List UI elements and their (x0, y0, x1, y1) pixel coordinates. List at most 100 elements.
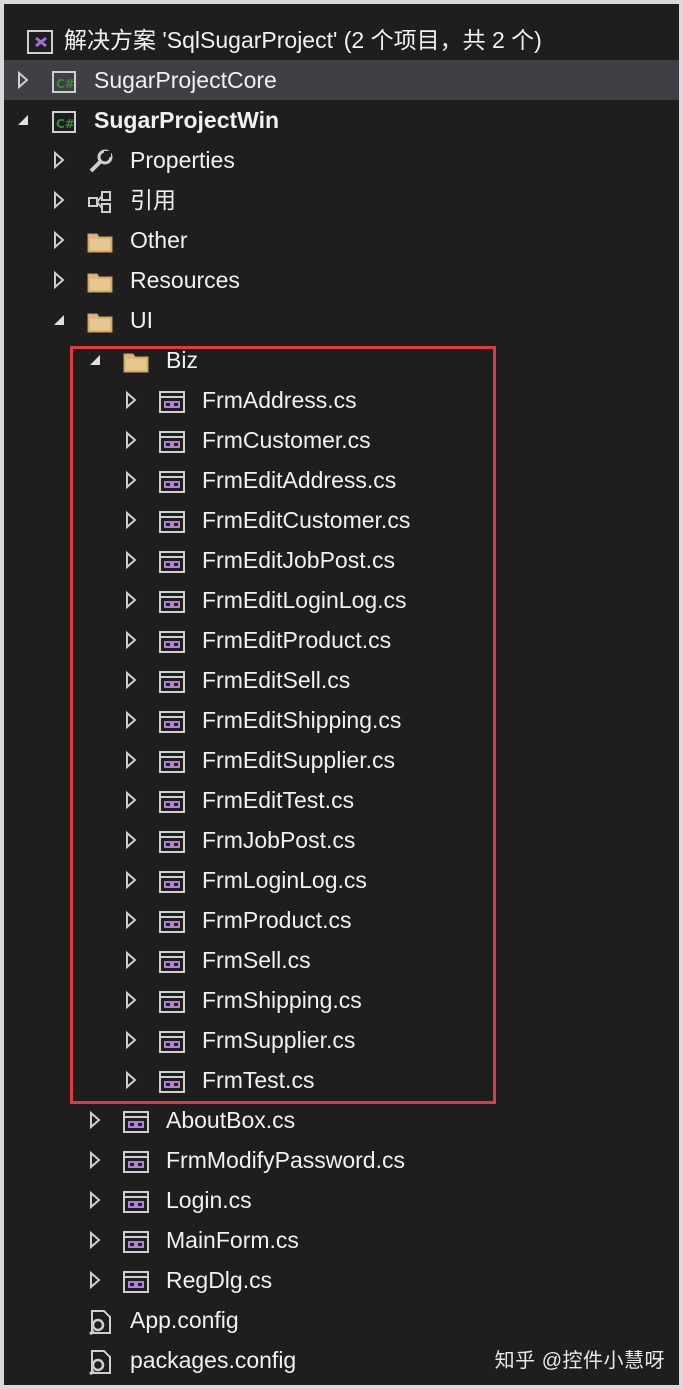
folder-icon (86, 227, 114, 253)
tree-node-label: FrmEditTest.cs (202, 787, 355, 813)
form-icon (158, 947, 186, 973)
tree-node-label: FrmEditAddress.cs (202, 467, 397, 493)
tree-node-sugarprojectcore[interactable]: C# SugarProjectCore (4, 60, 679, 100)
solution-explorer: 解决方案 'SqlSugarProject' (2 个项目，共 2 个) C# S… (0, 0, 683, 1389)
expand-arrow-icon[interactable] (124, 620, 144, 660)
expand-arrow-icon[interactable] (124, 980, 144, 1020)
expand-arrow-icon[interactable] (124, 1060, 144, 1100)
expand-arrow-icon[interactable] (124, 940, 144, 980)
expand-arrow-icon[interactable] (124, 460, 144, 500)
solution-title: 解决方案 'SqlSugarProject' (2 个项目，共 2 个) (64, 27, 542, 53)
tree-node-label: Resources (130, 267, 240, 293)
expand-arrow-icon[interactable] (124, 660, 144, 700)
tree-node-label: FrmTest.cs (202, 1067, 315, 1093)
form-icon (158, 547, 186, 573)
collapse-arrow-icon[interactable] (52, 300, 72, 340)
form-icon (158, 1027, 186, 1053)
expand-arrow-icon[interactable] (124, 580, 144, 620)
svg-text:C#: C# (56, 117, 75, 131)
tree-node-label: FrmLoginLog.cs (202, 867, 367, 893)
form-icon (158, 827, 186, 853)
wrench-icon (86, 147, 114, 173)
tree-node-label: FrmSupplier.cs (202, 1027, 356, 1053)
expand-arrow-icon[interactable] (124, 780, 144, 820)
tree-node-label: SugarProjectCore (94, 67, 277, 93)
expand-arrow-icon[interactable] (124, 500, 144, 540)
tree-node-label: FrmEditLoginLog.cs (202, 587, 407, 613)
tree-node-label: Properties (130, 147, 235, 173)
tree-node-label: Biz (166, 347, 198, 373)
form-icon (122, 1267, 150, 1293)
expand-arrow-icon[interactable] (88, 1260, 108, 1300)
watermark: 知乎 @控件小慧呀 (494, 1350, 665, 1372)
expand-arrow-icon[interactable] (124, 900, 144, 940)
form-icon (158, 427, 186, 453)
tree-node-label: packages.config (130, 1347, 297, 1373)
expand-arrow-icon[interactable] (124, 820, 144, 860)
tree-node-label: FrmShipping.cs (202, 987, 362, 1013)
expand-arrow-icon[interactable] (124, 740, 144, 780)
expand-arrow-icon[interactable] (124, 700, 144, 740)
tree-node-label: FrmEditSell.cs (202, 667, 351, 693)
references-icon (86, 187, 114, 213)
form-icon (158, 787, 186, 813)
svg-text:C#: C# (56, 77, 75, 91)
tree-node-label: FrmCustomer.cs (202, 427, 371, 453)
form-icon (158, 867, 186, 893)
expand-arrow-icon[interactable] (88, 1140, 108, 1180)
tree-node-label: FrmEditSupplier.cs (202, 747, 396, 773)
folder-icon (86, 267, 114, 293)
config-icon (86, 1347, 114, 1376)
tree-node-label: MainForm.cs (166, 1227, 299, 1253)
tree-node-label: Login.cs (166, 1187, 252, 1213)
form-icon (158, 987, 186, 1013)
tree-node-label: Other (130, 227, 188, 253)
csharp-project-icon: C# (50, 67, 78, 93)
form-icon (122, 1227, 150, 1253)
expand-arrow-icon[interactable] (124, 1020, 144, 1060)
form-icon (158, 507, 186, 533)
tree-node-label: App.config (130, 1307, 239, 1333)
form-icon (158, 907, 186, 933)
form-icon (158, 467, 186, 493)
form-icon (158, 747, 186, 773)
folder-icon (122, 347, 150, 373)
folder-icon (86, 307, 114, 333)
tree-node-label: FrmSell.cs (202, 947, 311, 973)
tree-node-label: FrmJobPost.cs (202, 827, 356, 853)
expand-arrow-icon[interactable] (52, 180, 72, 220)
expand-arrow-icon[interactable] (52, 260, 72, 300)
tree-node-label: RegDlg.cs (166, 1267, 273, 1293)
tree-node-label: AboutBox.cs (166, 1107, 296, 1133)
tree-node-label: FrmProduct.cs (202, 907, 352, 933)
expand-arrow-icon[interactable] (124, 540, 144, 580)
expand-arrow-icon[interactable] (124, 860, 144, 900)
expand-arrow-icon[interactable] (88, 1100, 108, 1140)
tree-node-label: SugarProjectWin (94, 107, 280, 133)
form-icon (158, 627, 186, 653)
tree-node-label: FrmEditCustomer.cs (202, 507, 411, 533)
form-icon (158, 707, 186, 733)
tree-node-label: FrmModifyPassword.cs (166, 1147, 405, 1173)
expand-arrow-icon[interactable] (124, 380, 144, 420)
solution-icon (26, 27, 54, 54)
csharp-project-icon: C# (50, 107, 78, 133)
expand-arrow-icon[interactable] (124, 420, 144, 460)
tree-node-label: 引用 (130, 187, 176, 213)
config-icon (86, 1307, 114, 1336)
expand-arrow-icon[interactable] (52, 140, 72, 180)
expand-arrow-icon[interactable] (16, 60, 36, 100)
collapse-arrow-icon[interactable] (88, 340, 108, 380)
tree-node-label: FrmAddress.cs (202, 387, 357, 413)
form-icon (122, 1107, 150, 1133)
expand-arrow-icon[interactable] (88, 1220, 108, 1260)
form-icon (122, 1187, 150, 1213)
form-icon (158, 667, 186, 693)
expand-arrow-icon[interactable] (52, 220, 72, 260)
form-icon (158, 387, 186, 413)
expand-arrow-icon[interactable] (88, 1180, 108, 1220)
form-icon (122, 1147, 150, 1173)
tree-node-label: FrmEditJobPost.cs (202, 547, 395, 573)
collapse-arrow-icon[interactable] (16, 100, 36, 140)
form-icon (158, 1067, 186, 1093)
